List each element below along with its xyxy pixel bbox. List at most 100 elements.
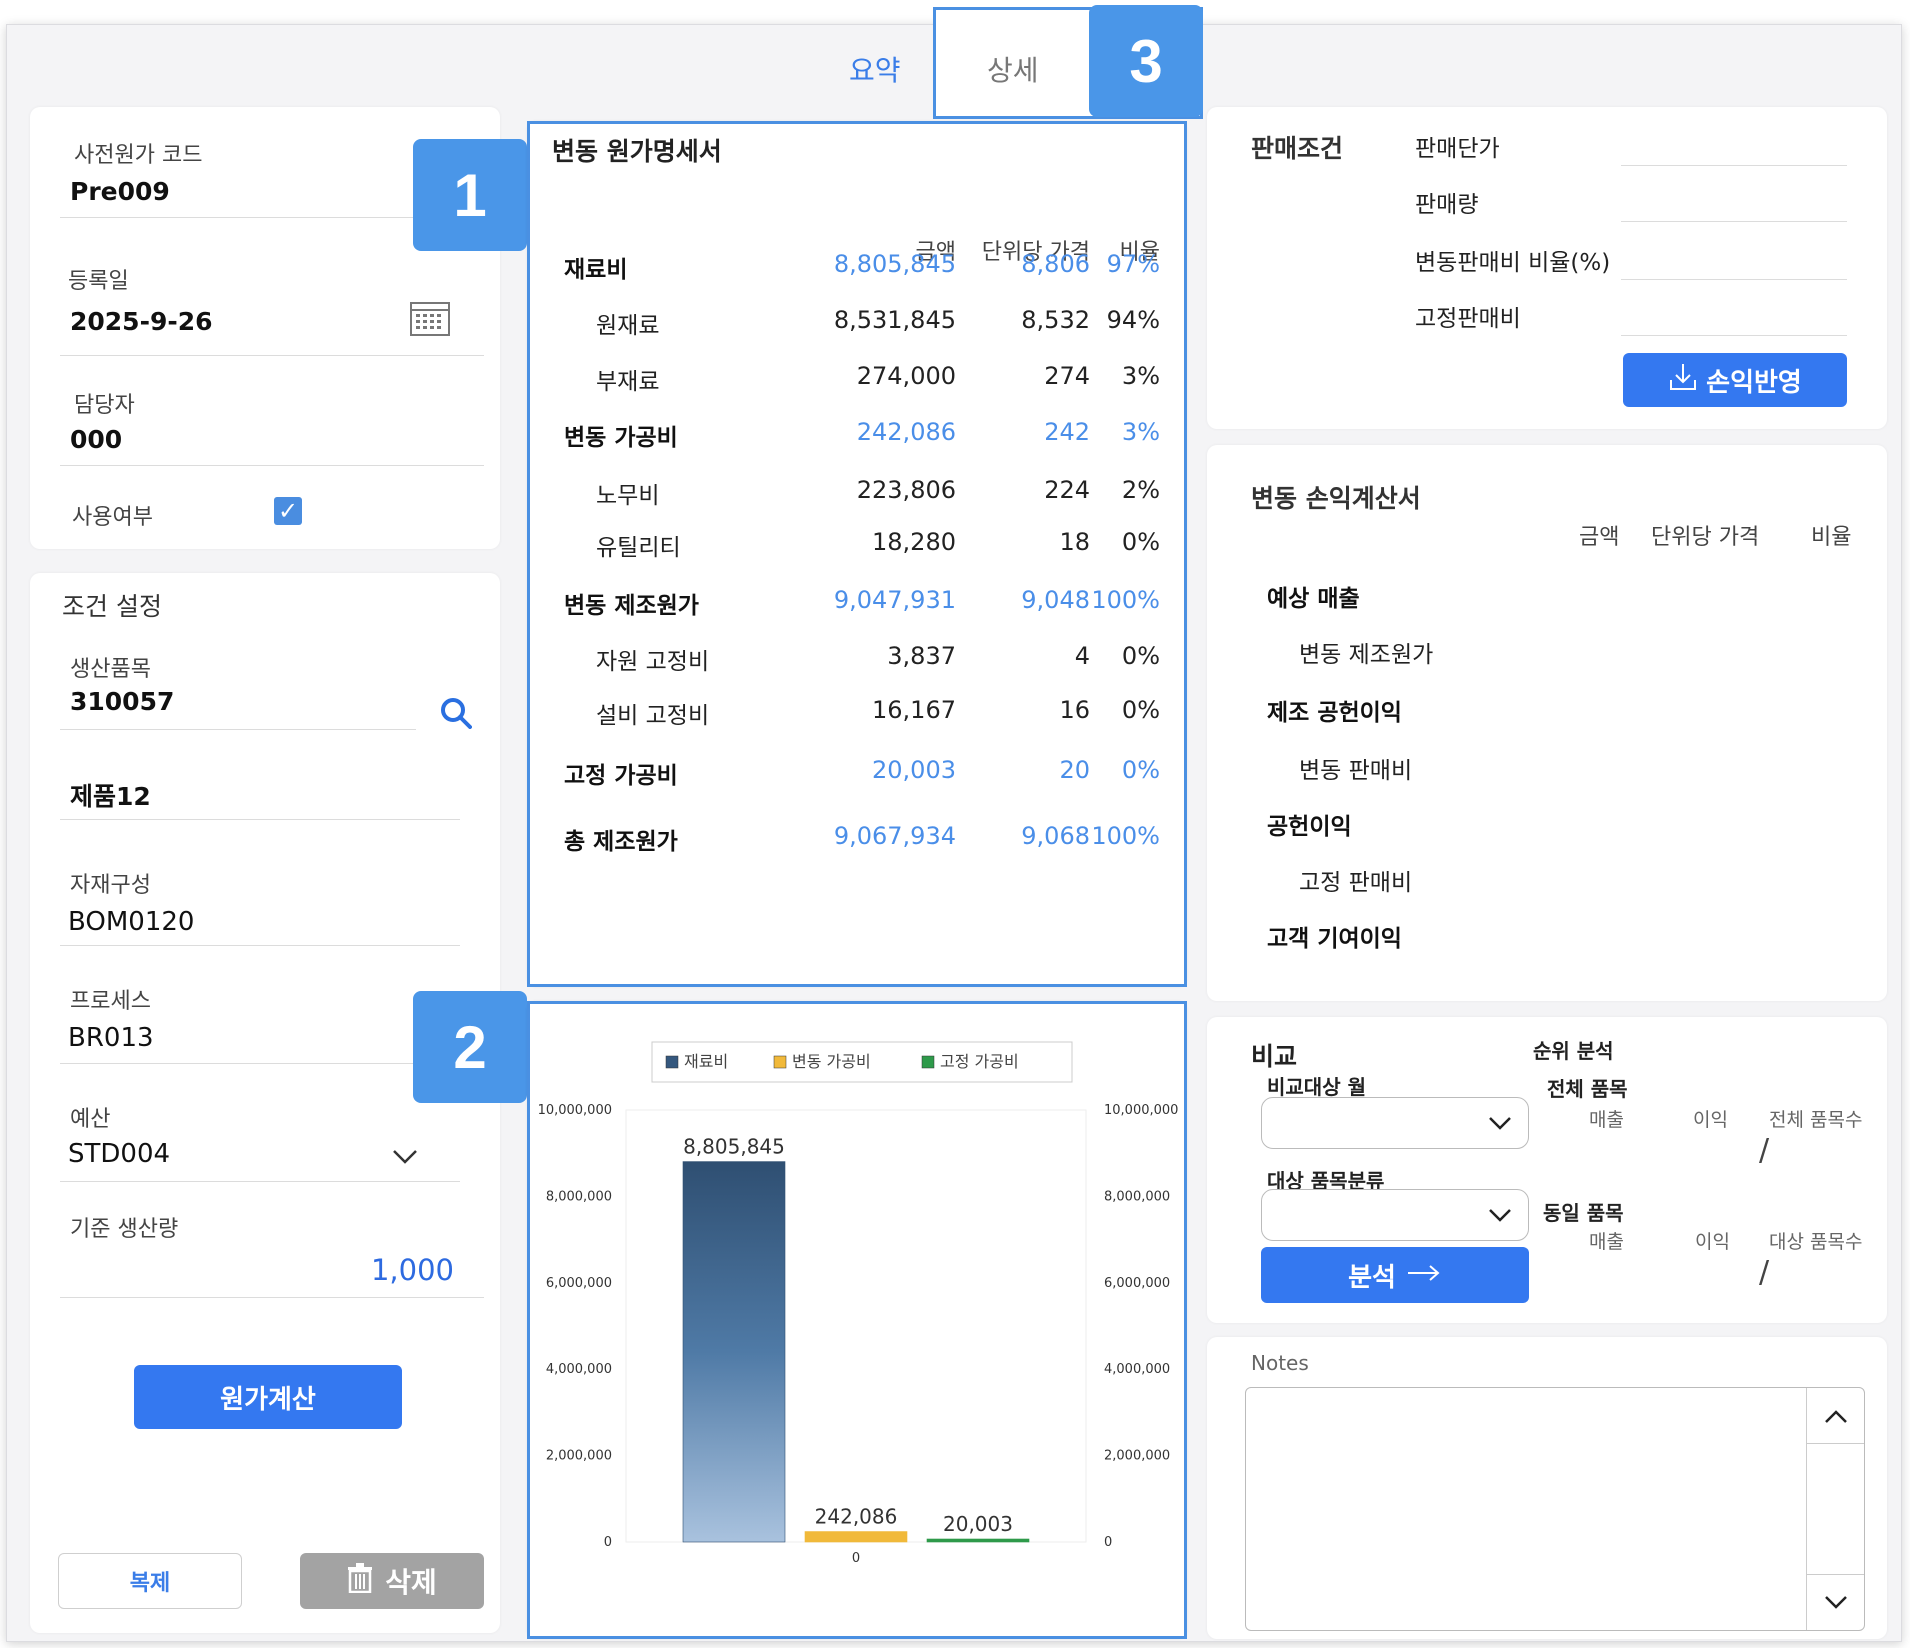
notes-textarea[interactable] (1245, 1387, 1865, 1631)
legend-swatch (665, 1055, 679, 1069)
bar-data-label: 8,805,845 (683, 1135, 785, 1159)
cost-row-amount: 274,000 (856, 362, 956, 390)
pl-row-name: 예상 매출 (1267, 586, 1360, 612)
y-tick-label-left: 2,000,000 (546, 1449, 612, 1464)
copy-button[interactable]: 복제 (58, 1553, 242, 1609)
y-tick-label-right: 10,000,000 (1104, 1103, 1178, 1118)
compare-month-label: 비교대상 월 (1267, 1075, 1366, 1099)
arrow-right-icon (1406, 1260, 1442, 1290)
calendar-icon[interactable] (410, 301, 450, 341)
rank-title: 순위 분석 (1533, 1039, 1614, 1063)
same-items-label: 동일 품목 (1543, 1201, 1624, 1225)
notes-scrollbar[interactable] (1806, 1388, 1864, 1630)
condition-card: 조건 설정 생산품목 310057 제품12 자재구성 BOM0120 프로세스… (30, 573, 500, 1633)
cost-row-name: 유틸리티 (596, 535, 681, 561)
budget-underline (60, 1181, 460, 1182)
cost-row-amount: 3,837 (887, 642, 956, 670)
pl-statement-card: 변동 손익계산서 금액 단위당 가격 비율 예상 매출 변동 제조원가 제조 공헌이… (1207, 445, 1887, 1001)
analyze-button[interactable]: 분석 (1261, 1247, 1529, 1303)
delete-label: 삭제 (385, 1566, 437, 1599)
cost-statement-title: 변동 원가명세서 (552, 137, 722, 166)
compare-title: 비교 (1251, 1042, 1298, 1071)
cost-row-unit: 274 (1044, 362, 1090, 390)
legend-label: 재료비 (684, 1052, 728, 1071)
cost-row-amount: 18,280 (872, 528, 956, 556)
sales-field-input[interactable] (1621, 165, 1847, 166)
annotation-badge-3: 3 (1089, 5, 1203, 117)
cost-row-amount: 20,003 (872, 756, 956, 784)
product-label: 생산품목 (70, 657, 151, 682)
pl-statement-title: 변동 손익계산서 (1251, 484, 1421, 513)
budget-value[interactable]: STD004 (68, 1139, 170, 1169)
y-tick-label-right: 4,000,000 (1104, 1362, 1170, 1377)
cost-row-unit: 4 (1074, 642, 1090, 670)
all-profit-label: 이익 (1693, 1109, 1728, 1131)
bom-value[interactable]: BOM0120 (68, 907, 194, 937)
chevron-down-icon (1488, 1116, 1512, 1136)
chevron-down-icon (1488, 1208, 1512, 1228)
sales-field-input[interactable] (1621, 279, 1847, 280)
y-tick-label-right: 0 (1104, 1535, 1112, 1550)
sales-conditions-title: 판매조건 (1251, 134, 1344, 163)
chevron-down-icon[interactable] (1807, 1574, 1864, 1630)
calc-cost-button[interactable]: 원가계산 (134, 1365, 402, 1429)
code-value[interactable]: Pre009 (70, 177, 170, 206)
pl-row-name: 제조 공헌이익 (1267, 700, 1402, 726)
tab-summary[interactable]: 요약 (849, 49, 901, 89)
product-underline (60, 729, 416, 730)
sales-field-label: 판매량 (1415, 192, 1479, 218)
cost-row-name: 설비 고정비 (596, 703, 710, 729)
cost-row-unit: 8,806 (1021, 250, 1090, 278)
qty-value[interactable]: 1,000 (371, 1253, 454, 1287)
date-value[interactable]: 2025-9-26 (70, 307, 213, 336)
apply-pl-button[interactable]: 손익반영 (1623, 353, 1847, 407)
cost-row-unit: 18 (1059, 528, 1090, 556)
bar-재료비 (682, 1161, 786, 1543)
annotation-badge-1: 1 (413, 139, 527, 251)
chevron-up-icon[interactable] (1807, 1388, 1864, 1444)
cost-row-amount: 223,806 (856, 476, 956, 504)
compare-month-select[interactable] (1261, 1097, 1529, 1149)
sales-field-input[interactable] (1621, 221, 1847, 222)
cost-row-unit: 224 (1044, 476, 1090, 504)
cost-row-amount: 242,086 (856, 418, 956, 446)
compare-category-select[interactable] (1261, 1189, 1529, 1241)
cost-row-amount: 8,531,845 (833, 306, 956, 334)
y-tick-label-right: 2,000,000 (1104, 1449, 1170, 1464)
cost-statement-highlight: 변동 원가명세서 금액 단위당 가격 비율 재료비 8,805,845 8,806 9… (527, 121, 1187, 987)
cost-row-amount: 16,167 (872, 696, 956, 724)
all-sales-label: 매출 (1589, 1109, 1624, 1131)
chevron-down-icon[interactable] (392, 1149, 418, 1169)
condition-title: 조건 설정 (62, 592, 162, 621)
search-icon[interactable] (440, 697, 472, 733)
product-code[interactable]: 310057 (70, 687, 174, 716)
cost-row-name: 총 제조원가 (564, 829, 678, 855)
manager-underline (60, 465, 484, 466)
date-label: 등록일 (68, 269, 129, 294)
qty-underline (60, 1297, 484, 1298)
qty-label: 기준 생산량 (70, 1217, 179, 1242)
cost-row-unit: 9,068 (1021, 822, 1090, 850)
cost-row-ratio: 0% (1121, 528, 1160, 556)
download-icon (1668, 362, 1698, 399)
legend-swatch (921, 1055, 935, 1069)
same-sales-label: 매출 (1589, 1231, 1624, 1253)
cost-row-ratio: 0% (1121, 696, 1160, 724)
cost-row-ratio: 3% (1121, 362, 1160, 390)
sales-field-input[interactable] (1621, 335, 1847, 336)
use-checkbox[interactable]: ✓ (274, 497, 302, 525)
delete-button[interactable]: 삭제 (300, 1553, 484, 1609)
chart-highlight: 재료비 변동 가공비 고정 가공비 0 0 2,000,000 2,000,000 4,00… (527, 1001, 1187, 1639)
product-name-underline (60, 819, 460, 820)
cost-row-ratio: 97% (1106, 250, 1160, 278)
target-count-label: 대상 품목수 (1769, 1231, 1863, 1253)
tab-detail[interactable]: 상세 (987, 49, 1039, 89)
cost-row-amount: 9,067,934 (833, 822, 956, 850)
pl-col-unit-price: 단위당 가격 (1651, 525, 1760, 550)
manager-value[interactable]: 000 (70, 425, 122, 454)
cost-row-name: 원재료 (596, 313, 660, 339)
cost-row-ratio: 0% (1121, 642, 1160, 670)
process-value[interactable]: BR013 (68, 1023, 154, 1053)
y-tick-label-right: 6,000,000 (1104, 1276, 1170, 1291)
budget-label: 예산 (70, 1107, 111, 1132)
